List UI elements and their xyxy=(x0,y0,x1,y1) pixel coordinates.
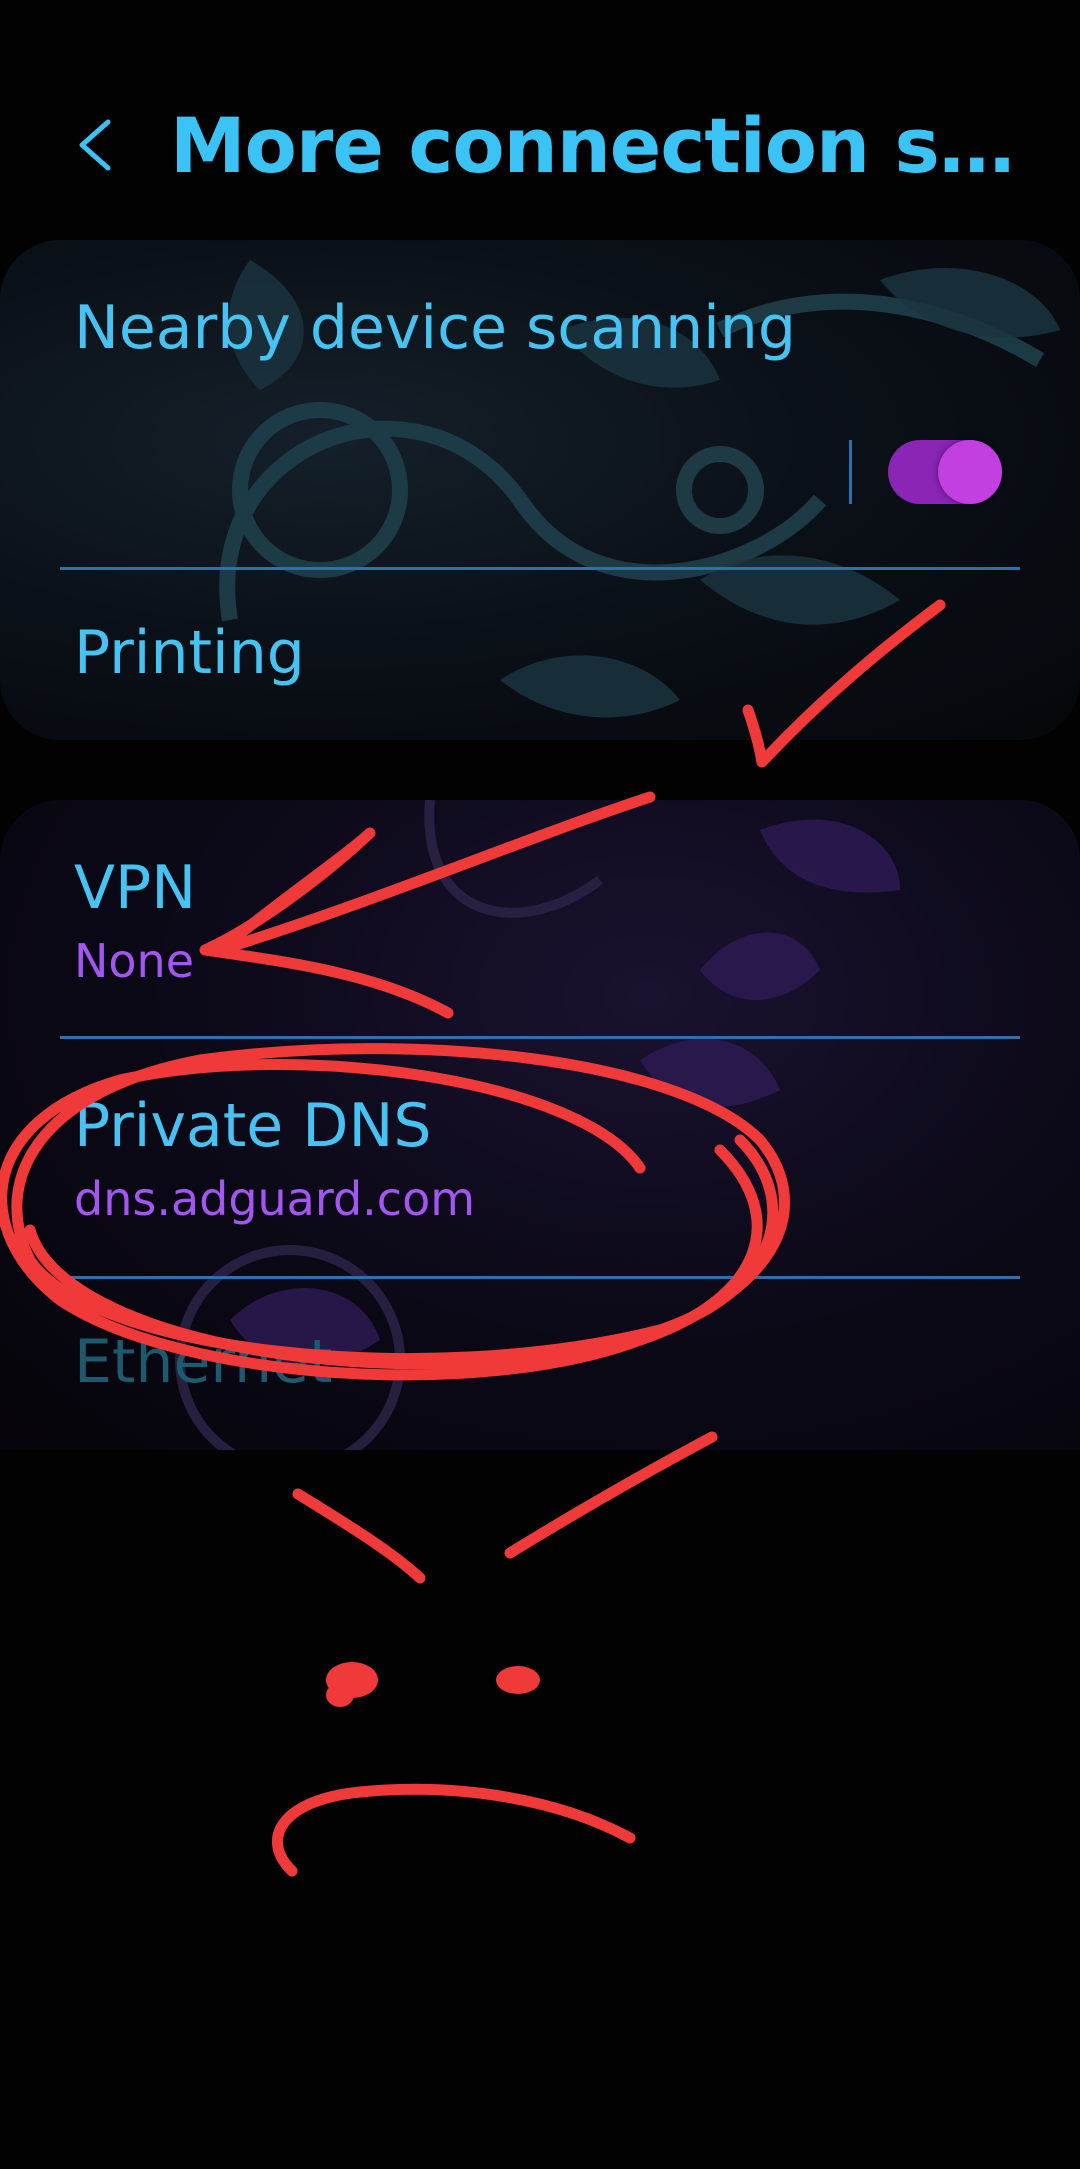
item-label: Nearby device scanning xyxy=(74,293,796,363)
page-title: More connection settin... xyxy=(170,101,1030,190)
divider xyxy=(60,1276,1020,1279)
item-label: Printing xyxy=(74,618,305,688)
toggle-knob xyxy=(938,440,1002,504)
nearby-scanning-toggle[interactable] xyxy=(888,440,1002,504)
list-item-private-dns[interactable]: Private DNS dns.adguard.com xyxy=(74,1088,1020,1230)
list-item-printing[interactable]: Printing xyxy=(74,615,1020,691)
frown-eye-left xyxy=(326,1662,378,1698)
item-label: Ethernet xyxy=(74,1327,333,1397)
item-value: dns.adguard.com xyxy=(74,1172,476,1226)
list-item-vpn[interactable]: VPN None xyxy=(74,850,1020,992)
divider xyxy=(60,567,1020,570)
frown-eye-right xyxy=(496,1666,540,1694)
toggle-separator xyxy=(849,440,852,504)
list-item-nearby-device-scanning[interactable]: Nearby device scanning xyxy=(74,290,1020,366)
back-button[interactable] xyxy=(60,100,130,190)
item-label: Private DNS xyxy=(74,1091,432,1161)
frown-mouth xyxy=(272,1783,636,1877)
divider xyxy=(60,1036,1020,1039)
item-label: VPN xyxy=(74,853,197,923)
app-bar: More connection settin... xyxy=(0,0,1080,240)
settings-group-2: VPN None Private DNS dns.adguard.com Eth… xyxy=(0,800,1080,1450)
item-value: None xyxy=(74,934,195,988)
settings-screen: More connection settin... Nearby device … xyxy=(0,0,1080,2169)
chevron-left-icon xyxy=(79,119,111,171)
frown-eyebrow-left xyxy=(292,1488,426,1584)
frown-eyebrow-right xyxy=(504,1431,718,1559)
list-item-ethernet[interactable]: Ethernet xyxy=(74,1324,1020,1400)
